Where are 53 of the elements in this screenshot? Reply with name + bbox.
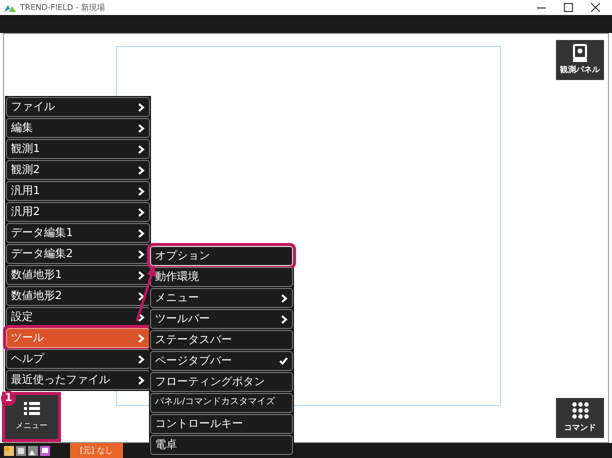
chevron-icon bbox=[281, 294, 288, 302]
chevron-icon bbox=[281, 314, 288, 324]
grid-icon bbox=[572, 402, 588, 419]
maximize-icon[interactable] bbox=[564, 3, 573, 12]
command-button[interactable]: コマンド bbox=[556, 398, 604, 438]
list-icon bbox=[24, 402, 40, 416]
submenu-item[interactable]: メニュー bbox=[150, 288, 293, 308]
menu-item[interactable]: 汎用1 bbox=[6, 181, 150, 201]
chevron-icon bbox=[138, 208, 145, 216]
chevron-icon bbox=[138, 166, 145, 174]
menu-item[interactable]: 汎用2 bbox=[6, 202, 150, 222]
menu-item[interactable]: 最近使ったファイル bbox=[6, 370, 150, 390]
chevron-icon bbox=[138, 334, 145, 342]
window-icon[interactable] bbox=[40, 446, 50, 456]
menu-item[interactable]: 観測2 bbox=[6, 160, 150, 180]
submenu-item[interactable]: ページタブバー bbox=[150, 351, 293, 371]
chevron-icon bbox=[138, 250, 145, 258]
chevron-icon bbox=[138, 102, 145, 112]
chevron-icon bbox=[138, 292, 145, 300]
menu-item[interactable]: ファイル bbox=[6, 97, 150, 117]
menu-item[interactable]: 編集 bbox=[6, 118, 150, 138]
menu-item[interactable]: ヘルプ bbox=[6, 349, 150, 369]
window-title: TREND-FIELD - 新現場 bbox=[20, 2, 106, 14]
menu-item[interactable]: 数値地形1 bbox=[6, 265, 150, 285]
chevron-icon bbox=[138, 270, 145, 280]
chevron-icon bbox=[138, 186, 145, 196]
close-icon[interactable] bbox=[591, 3, 600, 12]
submenu-item[interactable]: フローティングボタン bbox=[150, 372, 293, 392]
menu-item[interactable]: 数値地形2 bbox=[6, 286, 150, 306]
folder-icon[interactable] bbox=[4, 446, 14, 456]
submenu-item[interactable]: ステータスバー bbox=[150, 330, 293, 350]
submenu-item[interactable]: パネル/コマンドカスタマイズ bbox=[150, 393, 293, 413]
menu-item[interactable]: データ編集2 bbox=[6, 244, 150, 264]
chevron-icon bbox=[138, 354, 145, 364]
submenu-item[interactable]: コントロールキー bbox=[150, 414, 293, 434]
panel-button[interactable]: 観測パネル bbox=[556, 40, 604, 80]
chevron-icon bbox=[138, 376, 145, 384]
submenu-item[interactable]: オプション bbox=[150, 246, 293, 266]
menu-item[interactable]: 観測1 bbox=[6, 139, 150, 159]
chevron-icon bbox=[138, 312, 145, 322]
chevron-icon bbox=[138, 144, 145, 154]
app-logo-icon bbox=[4, 4, 16, 12]
chevron-icon bbox=[138, 228, 145, 238]
step-badge: 1 bbox=[1, 391, 16, 406]
chevron-icon bbox=[138, 124, 145, 132]
submenu-item[interactable]: ツールバー bbox=[150, 309, 293, 329]
instrument-icon bbox=[573, 44, 587, 62]
submenu-item[interactable]: 電卓 bbox=[150, 435, 293, 455]
image-icon[interactable] bbox=[28, 446, 38, 456]
menu-item[interactable]: ツール bbox=[6, 328, 150, 348]
submenu-item[interactable]: 動作環境 bbox=[150, 267, 293, 287]
page-icon[interactable] bbox=[16, 446, 26, 456]
menu-item[interactable]: データ編集1 bbox=[6, 223, 150, 243]
